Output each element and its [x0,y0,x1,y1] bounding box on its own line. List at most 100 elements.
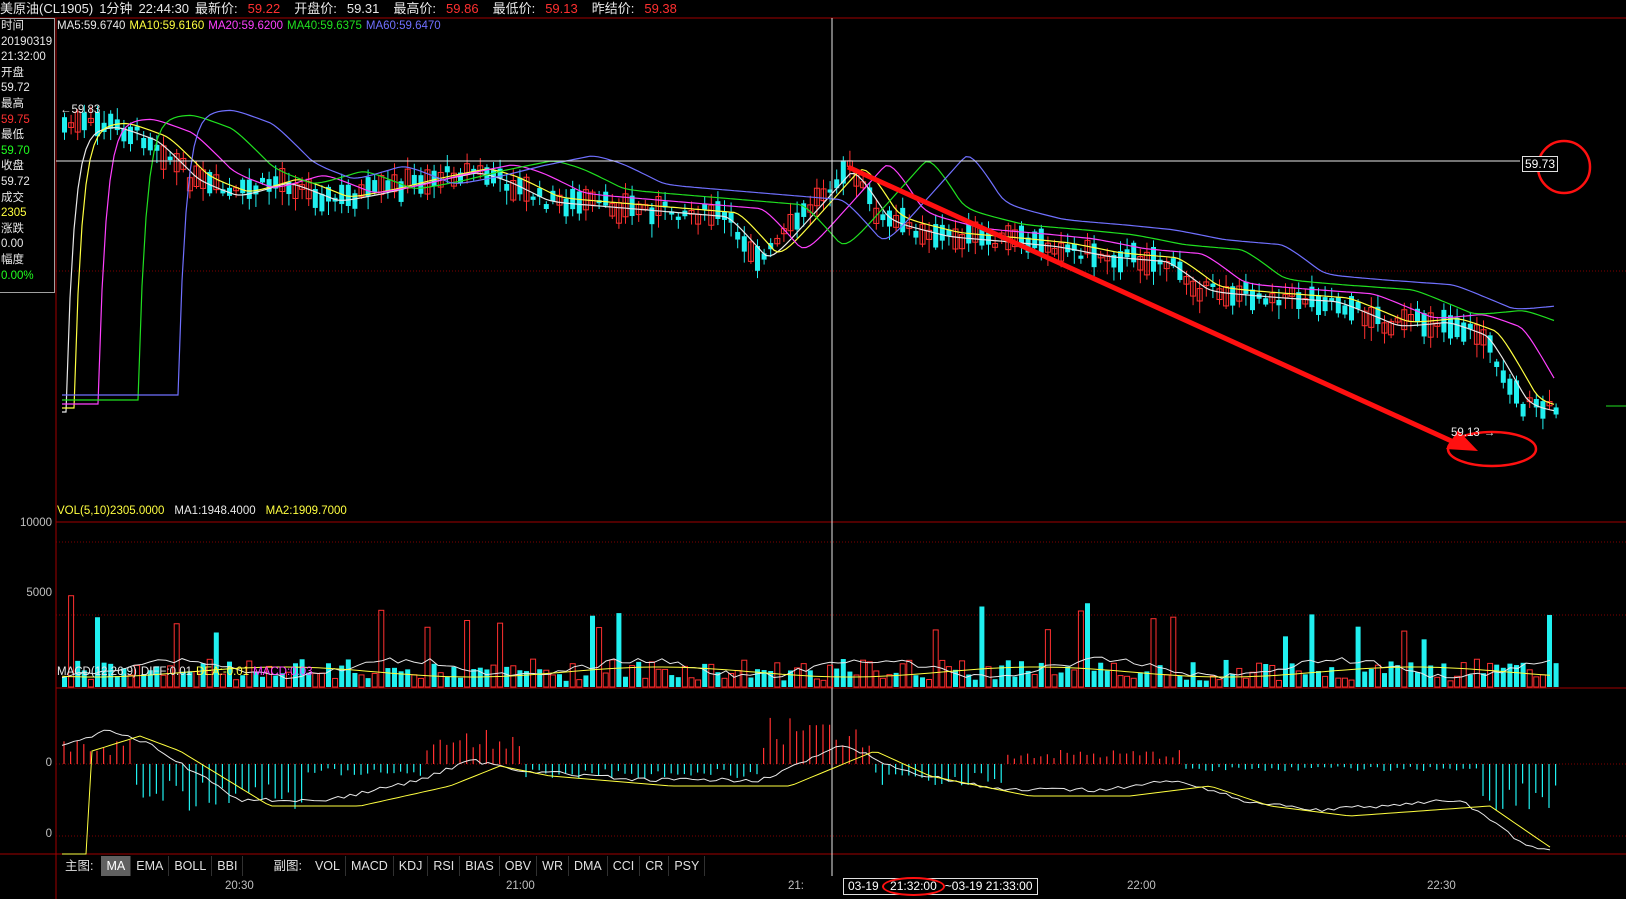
tab-macd[interactable]: MACD [346,856,394,876]
volume-bar [748,677,754,687]
tab-cr[interactable]: CR [640,856,670,876]
cursor-price-box: 59.73 [1522,156,1559,172]
volume-bar [458,677,463,687]
tab-dma[interactable]: DMA [569,856,608,876]
bar-info-panel: 时间 20190319 21:32:00 开盘 59.72 最高 59.75 最… [0,18,55,293]
volume-bar [1098,662,1104,687]
volume-bar [1203,680,1209,687]
volume-bar [378,609,385,688]
volume-bar [1230,673,1236,687]
candle-body [1494,361,1500,368]
volume-bar [1005,660,1011,687]
volume-bar [437,672,444,688]
tab-wr[interactable]: WR [537,856,569,876]
volume-bar [392,667,397,687]
candle-body [1316,295,1321,315]
volume-bar [517,670,523,687]
tab-ema[interactable]: EMA [131,856,170,876]
volume-bar [1130,677,1137,688]
volume-bar [1421,639,1427,687]
candle-body [1355,301,1361,309]
volume-bar [1091,670,1097,687]
info-amp-label: 幅度 [1,253,24,266]
info-change-label: 涨跌 [1,222,24,235]
candle-body [1276,299,1282,306]
candle-body [880,214,886,221]
candle-body [128,126,133,145]
candle-body [1553,407,1559,415]
volume-bar [794,667,801,688]
volume-bar [1071,669,1078,688]
kline-chart[interactable] [0,0,1626,899]
volume-bar [583,675,589,687]
candle-body [411,174,417,186]
volume-bar [820,679,827,688]
volume-bar [1434,676,1441,688]
macd-legend: MACD(12,26,9) DIFF:0.01 DEA:-0.01 MACD:0.03 [57,666,317,678]
volume-bar [807,670,813,687]
indicator-tab-bar: 主图: MA EMA BOLL BBI 副图: VOL MACD KDJ RSI BIAS OBV WR… [57,855,706,877]
ma40-line [62,114,1555,401]
volume-bar [939,659,946,688]
volume-bar [1322,675,1329,688]
volume-bar [1209,675,1216,688]
tab-rsi[interactable]: RSI [428,856,461,876]
volume-bar [1242,677,1249,688]
candle-body [675,216,681,220]
volume-bar [1104,670,1110,687]
tab-kdj[interactable]: KDJ [394,856,429,876]
tab-boll[interactable]: BOLL [169,856,213,876]
candle-body [240,179,246,194]
volume-bar [1341,677,1348,688]
candle-body [913,230,919,238]
volume-bar [424,626,431,688]
volume-bar [345,659,351,687]
volume-bar [1447,680,1454,688]
ma5-legend: MA5:59.6740 [57,20,126,32]
volume-bar [1460,662,1467,688]
volume-bar [365,678,371,687]
ma10-line [62,122,1555,409]
tab-obv[interactable]: OBV [500,856,538,876]
volume-bar [1547,614,1552,687]
ma40-legend: MA40:59.6375 [287,20,362,32]
volume-bar [549,674,556,688]
candle-body [1210,283,1216,288]
candle-body [629,195,635,217]
tab-vol[interactable]: VOL [310,856,346,876]
tab-ma[interactable]: MA [101,856,132,876]
tab-psy[interactable]: PSY [669,856,706,876]
ma-legend: MA5:59.6740 MA10:59.6160 MA20:59.6200 MA40:… [57,20,445,32]
volume-bar [702,663,708,687]
volume-bar [537,669,543,687]
tab-bbi[interactable]: BBI [212,856,244,876]
volume-bar [471,669,477,687]
volume-bar [708,663,715,688]
candle-body [979,228,985,246]
volume-bar [886,674,893,688]
volume-bar [233,679,240,688]
volume-bar [1150,618,1157,688]
macd-legend-title: MACD(12,26,9) [57,666,137,678]
ma20-line [62,118,1555,405]
time-tick: 20:30 [225,880,254,892]
volume-bar [1249,671,1256,688]
candle-body [1540,401,1546,419]
volume-bar [1335,677,1342,688]
ma20-legend: MA20:59.6200 [208,20,284,32]
info-open-label: 开盘 [1,66,24,79]
high-price-mark: ←59.83 [60,104,101,116]
ma5-line [62,126,1555,413]
volume-bar [1487,662,1494,688]
tab-cci[interactable]: CCI [608,856,641,876]
volume-bar [741,659,748,688]
volume-bar [721,677,728,688]
volume-bar [1362,671,1368,687]
macd-diff-line [61,729,1551,851]
candle-body [900,207,906,233]
info-low: 59.70 [1,144,30,157]
candle-body [1118,251,1123,273]
tab-bias[interactable]: BIAS [460,856,500,876]
volume-bar [1415,672,1420,687]
volume-bar [873,670,880,688]
